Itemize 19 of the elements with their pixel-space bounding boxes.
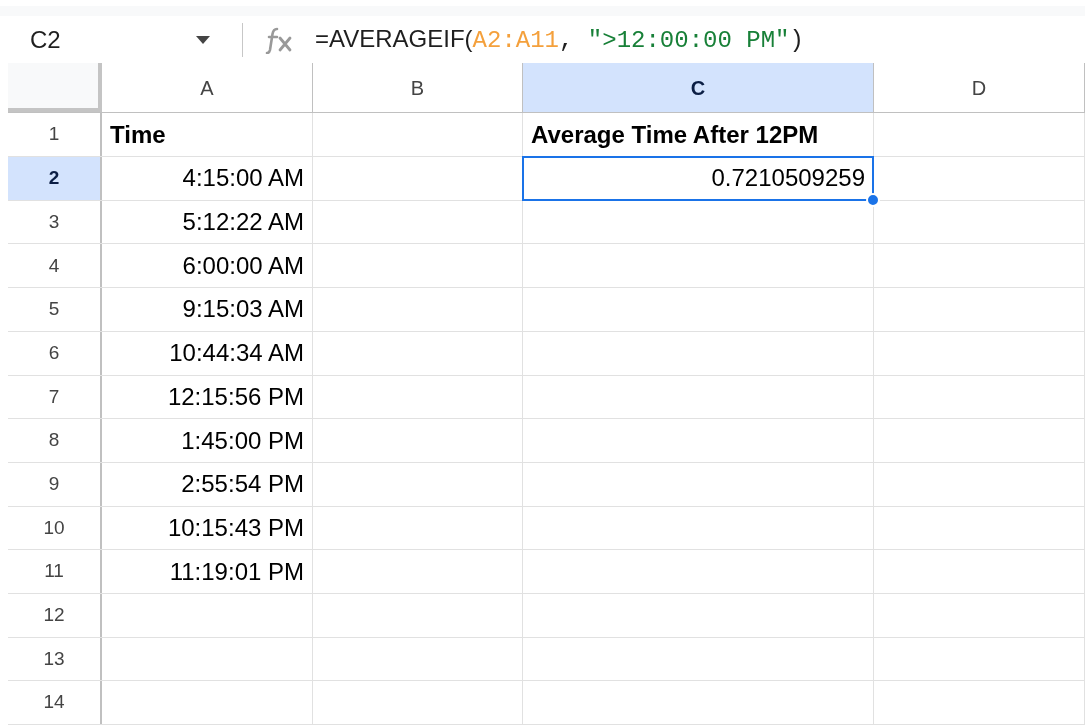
table-cell[interactable]: 9:15:03 AM (102, 288, 312, 331)
fill-handle-icon[interactable] (866, 192, 880, 207)
selected-cell[interactable]: 0.7210509259 (523, 157, 873, 200)
table-cell[interactable]: 5:12:22 AM (102, 200, 312, 244)
table-cell[interactable]: 2:55:54 PM (102, 462, 312, 506)
formula-field[interactable]: =AVERAGEIF(A2:A11, ">12:00:00 PM") (315, 20, 804, 59)
column-header[interactable]: C (523, 63, 874, 113)
row-header[interactable]: 2 (8, 157, 102, 200)
name-box[interactable]: C2 (30, 21, 210, 58)
table-cell[interactable]: 4:15:00 AM (102, 157, 312, 200)
table-cell[interactable]: 11:19:01 PM (102, 550, 312, 593)
table-cell[interactable]: 10:44:34 AM (102, 331, 312, 375)
table-cell[interactable]: Average Time After 12PM (523, 113, 873, 157)
table-cell[interactable]: Time (102, 113, 312, 157)
table-cell[interactable]: 6:00:00 AM (102, 244, 312, 288)
table-cell[interactable]: 1:45:00 PM (102, 419, 312, 462)
caret-icon (196, 35, 210, 44)
table-cell[interactable]: 12:15:56 PM (102, 375, 312, 419)
table-cell[interactable]: 10:15:43 PM (102, 506, 312, 550)
